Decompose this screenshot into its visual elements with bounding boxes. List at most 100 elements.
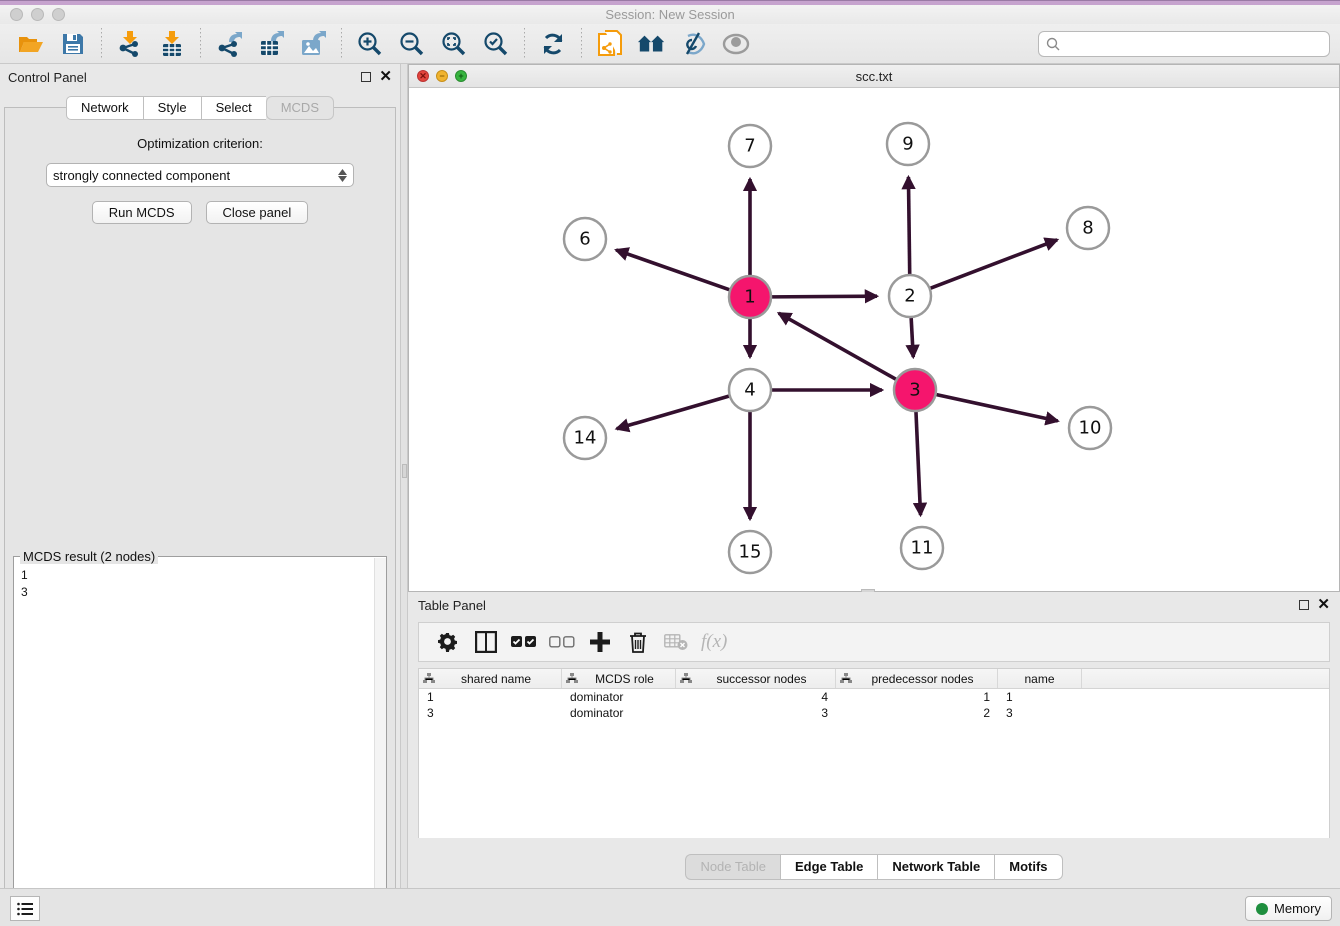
column-header-predecessor-nodes[interactable]: predecessor nodes <box>836 669 998 688</box>
show-all-icon[interactable] <box>721 29 751 59</box>
close-table-panel-icon[interactable]: ✕ <box>1317 600 1330 610</box>
graph-node-3[interactable]: 3 <box>894 369 936 411</box>
cell-predecessor-nodes[interactable]: 2 <box>836 706 998 720</box>
zoom-selected-icon[interactable] <box>481 29 511 59</box>
cell-mcds-role[interactable]: dominator <box>562 690 676 704</box>
tab-node-table[interactable]: Node Table <box>685 854 780 880</box>
graph-node-label: 8 <box>1082 218 1093 239</box>
open-session-icon[interactable] <box>16 29 46 59</box>
save-session-icon[interactable] <box>58 29 88 59</box>
minimize-view-icon[interactable]: − <box>436 70 448 82</box>
graph-edge-4-14[interactable] <box>617 396 729 429</box>
export-image-icon[interactable] <box>298 29 328 59</box>
column-header-shared-name[interactable]: shared name <box>419 669 562 688</box>
graph-edge-1-2[interactable] <box>772 296 877 297</box>
cell-shared-name[interactable]: 3 <box>419 706 562 720</box>
graph-node-9[interactable]: 9 <box>887 123 929 165</box>
tab-network[interactable]: Network <box>66 96 143 120</box>
graph-node-11[interactable]: 11 <box>901 527 943 569</box>
table-row[interactable]: 3 dominator 3 2 3 <box>419 705 1329 721</box>
graph-edge-2-8[interactable] <box>931 240 1058 288</box>
clone-network-icon[interactable] <box>595 29 625 59</box>
run-mcds-button[interactable]: Run MCDS <box>92 201 192 224</box>
export-network-icon[interactable] <box>214 29 244 59</box>
cell-successor-nodes[interactable]: 4 <box>676 690 836 704</box>
network-canvas[interactable]: 1 2 3 4 6 7 8 9 10 11 14 15 <box>409 88 1339 591</box>
import-network-icon[interactable] <box>115 29 145 59</box>
graph-node-8[interactable]: 8 <box>1067 207 1109 249</box>
graph-node-10[interactable]: 10 <box>1069 407 1111 449</box>
task-history-button[interactable] <box>10 896 40 921</box>
zoom-fit-icon[interactable] <box>439 29 469 59</box>
import-table-icon[interactable] <box>157 29 187 59</box>
splitter-grip[interactable] <box>402 464 407 478</box>
table-settings-gear-icon[interactable] <box>435 629 461 655</box>
column-header-successor-nodes[interactable]: successor nodes <box>676 669 836 688</box>
graph-node-7[interactable]: 7 <box>729 125 771 167</box>
cell-name[interactable]: 3 <box>998 706 1082 720</box>
graph-node-label: 15 <box>739 542 762 563</box>
main-toolbar <box>0 24 1340 64</box>
toolbar-separator <box>101 28 102 60</box>
search-input[interactable] <box>1061 34 1329 54</box>
mcds-result-text[interactable]: 1 3 <box>15 565 373 926</box>
memory-button[interactable]: Memory <box>1245 896 1332 921</box>
maximize-view-icon[interactable]: + <box>455 70 467 82</box>
graph-node-15[interactable]: 15 <box>729 531 771 573</box>
close-panel-icon[interactable]: ✕ <box>379 72 392 82</box>
graph-edge-2-3[interactable] <box>911 318 913 357</box>
status-bar: Memory <box>0 888 1340 926</box>
tab-style[interactable]: Style <box>143 96 201 120</box>
network-window-titlebar[interactable]: ✕ − + scc.txt <box>409 65 1339 88</box>
graph-node-1[interactable]: 1 <box>729 276 771 318</box>
graph-edge-3-1[interactable] <box>779 313 896 379</box>
add-column-icon[interactable] <box>587 629 613 655</box>
graph-node-2[interactable]: 2 <box>889 275 931 317</box>
deselect-all-icon[interactable] <box>549 629 575 655</box>
close-panel-button[interactable]: Close panel <box>206 201 309 224</box>
zoom-out-icon[interactable] <box>397 29 427 59</box>
cell-shared-name[interactable]: 1 <box>419 690 562 704</box>
delete-column-icon[interactable] <box>625 629 651 655</box>
export-table-icon[interactable] <box>256 29 286 59</box>
table-row[interactable]: 1 dominator 4 1 1 <box>419 689 1329 705</box>
cell-predecessor-nodes[interactable]: 1 <box>836 690 998 704</box>
graph-edge-3-10[interactable] <box>936 395 1057 421</box>
graph-node-14[interactable]: 14 <box>564 417 606 459</box>
show-columns-icon[interactable] <box>473 629 499 655</box>
hide-selected-icon[interactable] <box>679 29 709 59</box>
table-toolbar: f(x) <box>418 622 1330 662</box>
cell-mcds-role[interactable]: dominator <box>562 706 676 720</box>
cell-successor-nodes[interactable]: 3 <box>676 706 836 720</box>
column-header-mcds-role[interactable]: MCDS role <box>562 669 676 688</box>
result-scrollbar[interactable] <box>374 558 386 926</box>
close-view-icon[interactable]: ✕ <box>417 70 429 82</box>
refresh-layout-icon[interactable] <box>538 29 568 59</box>
graph-edge-3-11[interactable] <box>916 412 921 515</box>
graph-node-4[interactable]: 4 <box>729 369 771 411</box>
select-all-icon[interactable] <box>511 629 537 655</box>
tab-network-table[interactable]: Network Table <box>877 854 994 880</box>
search-box <box>1038 31 1330 57</box>
toolbar-separator <box>341 28 342 60</box>
delete-table-icon[interactable] <box>663 629 689 655</box>
tab-motifs[interactable]: Motifs <box>994 854 1062 880</box>
cell-name[interactable]: 1 <box>998 690 1082 704</box>
tab-select[interactable]: Select <box>201 96 266 120</box>
function-builder-icon[interactable]: f(x) <box>701 629 727 655</box>
control-panel-title: Control Panel <box>8 70 87 85</box>
tab-edge-table[interactable]: Edge Table <box>780 854 877 880</box>
optimization-criterion-select[interactable]: strongly connected component <box>46 163 354 187</box>
tab-mcds[interactable]: MCDS <box>266 96 334 120</box>
graph-edge-1-6[interactable] <box>616 250 729 290</box>
column-header-name[interactable]: name <box>998 669 1082 688</box>
graph-node-6[interactable]: 6 <box>564 218 606 260</box>
graph-node-label: 1 <box>744 287 755 308</box>
first-neighbors-icon[interactable] <box>637 29 667 59</box>
zoom-in-icon[interactable] <box>355 29 385 59</box>
float-panel-icon[interactable] <box>361 72 371 82</box>
graph-edge-2-9[interactable] <box>908 177 909 274</box>
vertical-splitter[interactable] <box>400 64 408 888</box>
memory-label: Memory <box>1274 901 1321 916</box>
float-table-panel-icon[interactable] <box>1299 600 1309 610</box>
